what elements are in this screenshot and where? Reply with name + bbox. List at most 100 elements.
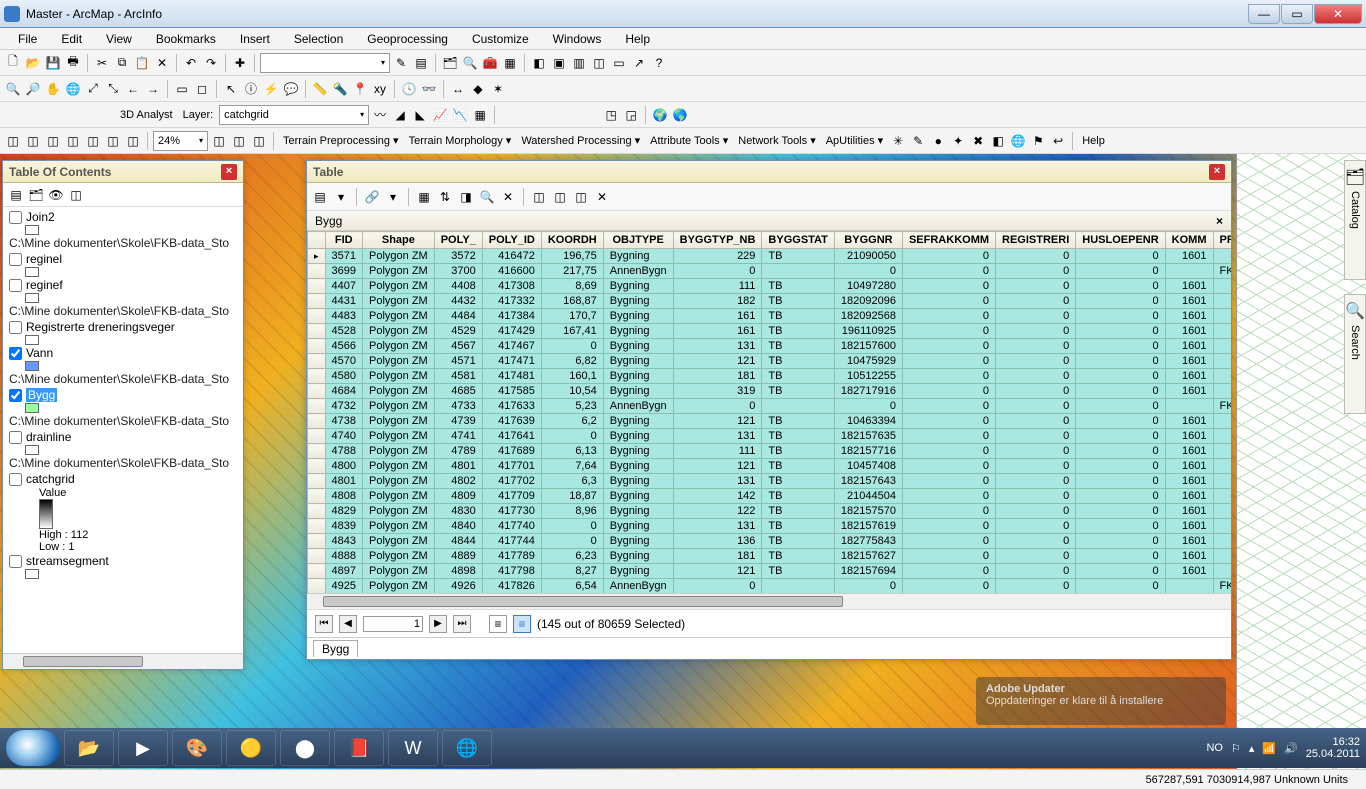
cell[interactable]: AnnenBygn <box>603 399 673 414</box>
cell[interactable]: Bygning <box>603 489 673 504</box>
cell[interactable]: 4741 <box>434 429 482 444</box>
table-row[interactable]: 4800Polygon ZM48014177017,64Bygning121TB… <box>308 459 1232 474</box>
cell[interactable]: 10463394 <box>834 414 902 429</box>
print-icon[interactable]: 🖶 <box>64 54 82 72</box>
cell[interactable]: 4740 <box>325 429 362 444</box>
cell[interactable]: 1601 <box>1165 384 1213 399</box>
cell[interactable]: 6,23 <box>541 549 603 564</box>
cell[interactable]: 1601 <box>1165 324 1213 339</box>
hy-b-icon[interactable]: ✎ <box>909 132 927 150</box>
cell[interactable]: 10457408 <box>834 459 902 474</box>
cell[interactable]: TB <box>762 339 834 354</box>
cell[interactable]: 0 <box>996 399 1076 414</box>
cell[interactable]: Bygning <box>603 369 673 384</box>
pan-icon[interactable]: ✋ <box>44 80 62 98</box>
cell[interactable]: 417467 <box>482 339 541 354</box>
toc-layer-catchgrid[interactable]: catchgrid <box>5 471 241 487</box>
cell[interactable]: 8,96 <box>541 504 603 519</box>
menu-file[interactable]: File <box>8 30 47 48</box>
cell[interactable]: Bygning <box>603 384 673 399</box>
toc-checkbox[interactable] <box>9 555 22 568</box>
cell[interactable]: 0 <box>902 339 995 354</box>
toc-layer-registrerte-dreneringsveger[interactable]: Registrerte dreneringsveger <box>5 319 241 335</box>
cell[interactable]: 3699 <box>325 264 362 279</box>
cell[interactable]: 0 <box>996 564 1076 579</box>
cell[interactable]: Polygon ZM <box>363 489 435 504</box>
cell[interactable]: 0 <box>996 279 1076 294</box>
cell[interactable]: Polygon ZM <box>363 399 435 414</box>
cell[interactable]: 1601 <box>1165 504 1213 519</box>
col-header-sefrakkomm[interactable]: SEFRAKKOMM <box>902 232 995 249</box>
cell[interactable]: 131 <box>673 429 762 444</box>
cell[interactable]: 0 <box>902 414 995 429</box>
zoom-sel-icon[interactable]: 🔍 <box>478 188 496 206</box>
tool3d-icon[interactable]: ▦ <box>471 106 489 124</box>
cell[interactable]: AnnenBygn <box>603 264 673 279</box>
cell[interactable]: TB <box>762 384 834 399</box>
cell[interactable]: 0 <box>996 249 1076 264</box>
cell[interactable]: 4739 <box>434 414 482 429</box>
show-all-button[interactable]: ≡ <box>489 615 507 633</box>
hyperlink-icon[interactable]: ⚡ <box>262 80 280 98</box>
cell[interactable]: 0 <box>902 429 995 444</box>
cell[interactable]: 131 <box>673 339 762 354</box>
cell[interactable]: 417308 <box>482 279 541 294</box>
cell[interactable]: Polygon ZM <box>363 564 435 579</box>
cell[interactable]: 417429 <box>482 324 541 339</box>
help-whatsthis-icon[interactable]: ? <box>650 54 668 72</box>
save-icon[interactable]: 💾 <box>44 54 62 72</box>
cell[interactable]: 182717916 <box>834 384 902 399</box>
cell[interactable]: Polygon ZM <box>363 519 435 534</box>
row-selector[interactable] <box>308 264 326 279</box>
cell[interactable]: Bygning <box>603 549 673 564</box>
cell[interactable]: 4843 <box>325 534 362 549</box>
line-of-sight-icon[interactable]: ◣ <box>411 106 429 124</box>
cell[interactable]: 0 <box>902 279 995 294</box>
row-selector[interactable] <box>308 249 326 264</box>
cell[interactable]: 0 <box>996 369 1076 384</box>
cell[interactable]: 0 <box>996 414 1076 429</box>
cell[interactable]: 4889 <box>434 549 482 564</box>
cell[interactable]: 6,3 <box>541 474 603 489</box>
cell[interactable]: 0 <box>996 519 1076 534</box>
goto-xy-icon[interactable]: xy <box>371 80 389 98</box>
row-selector[interactable] <box>308 324 326 339</box>
cell[interactable]: 1601 <box>1165 459 1213 474</box>
cell[interactable]: Bygning <box>603 504 673 519</box>
cell[interactable]: 1601 <box>1165 534 1213 549</box>
cell[interactable]: 121 <box>673 564 762 579</box>
menu-edit[interactable]: Edit <box>51 30 92 48</box>
cell[interactable]: 0 <box>996 534 1076 549</box>
tool6-icon[interactable]: ↗ <box>630 54 648 72</box>
catalog-side-tab[interactable]: 🗂 Catalog <box>1344 160 1366 280</box>
cell[interactable]: 417689 <box>482 444 541 459</box>
cell[interactable]: TB <box>762 279 834 294</box>
h4-icon[interactable]: ◫ <box>64 132 82 150</box>
cell[interactable] <box>1213 324 1231 339</box>
cell[interactable]: 4788 <box>325 444 362 459</box>
cell[interactable]: Polygon ZM <box>363 459 435 474</box>
cell[interactable]: 4733 <box>434 399 482 414</box>
cell[interactable]: Polygon ZM <box>363 534 435 549</box>
cell[interactable]: 0 <box>996 429 1076 444</box>
cell[interactable]: 0 <box>1076 549 1165 564</box>
h10-icon[interactable]: ◫ <box>250 132 268 150</box>
cell[interactable]: TB <box>762 429 834 444</box>
cell[interactable]: 136 <box>673 534 762 549</box>
zoom-in-icon[interactable]: 🔍 <box>4 80 22 98</box>
cell[interactable]: TB <box>762 549 834 564</box>
model-icon[interactable]: ◧ <box>530 54 548 72</box>
cell[interactable]: Bygning <box>603 444 673 459</box>
viewer-icon[interactable]: 👓 <box>420 80 438 98</box>
row-selector[interactable] <box>308 459 326 474</box>
cell[interactable] <box>1165 579 1213 594</box>
html-popup-icon[interactable]: 💬 <box>282 80 300 98</box>
h2-icon[interactable]: ◫ <box>24 132 42 150</box>
tray-clock[interactable]: 16:32 25.04.2011 <box>1306 736 1360 760</box>
time-slider-icon[interactable]: 🕓 <box>400 80 418 98</box>
toc-checkbox[interactable] <box>9 473 22 486</box>
cell[interactable]: 1601 <box>1165 564 1213 579</box>
cell[interactable] <box>1165 264 1213 279</box>
cell[interactable]: 0 <box>834 579 902 594</box>
table-row[interactable]: 3571Polygon ZM3572416472196,75Bygning229… <box>308 249 1232 264</box>
